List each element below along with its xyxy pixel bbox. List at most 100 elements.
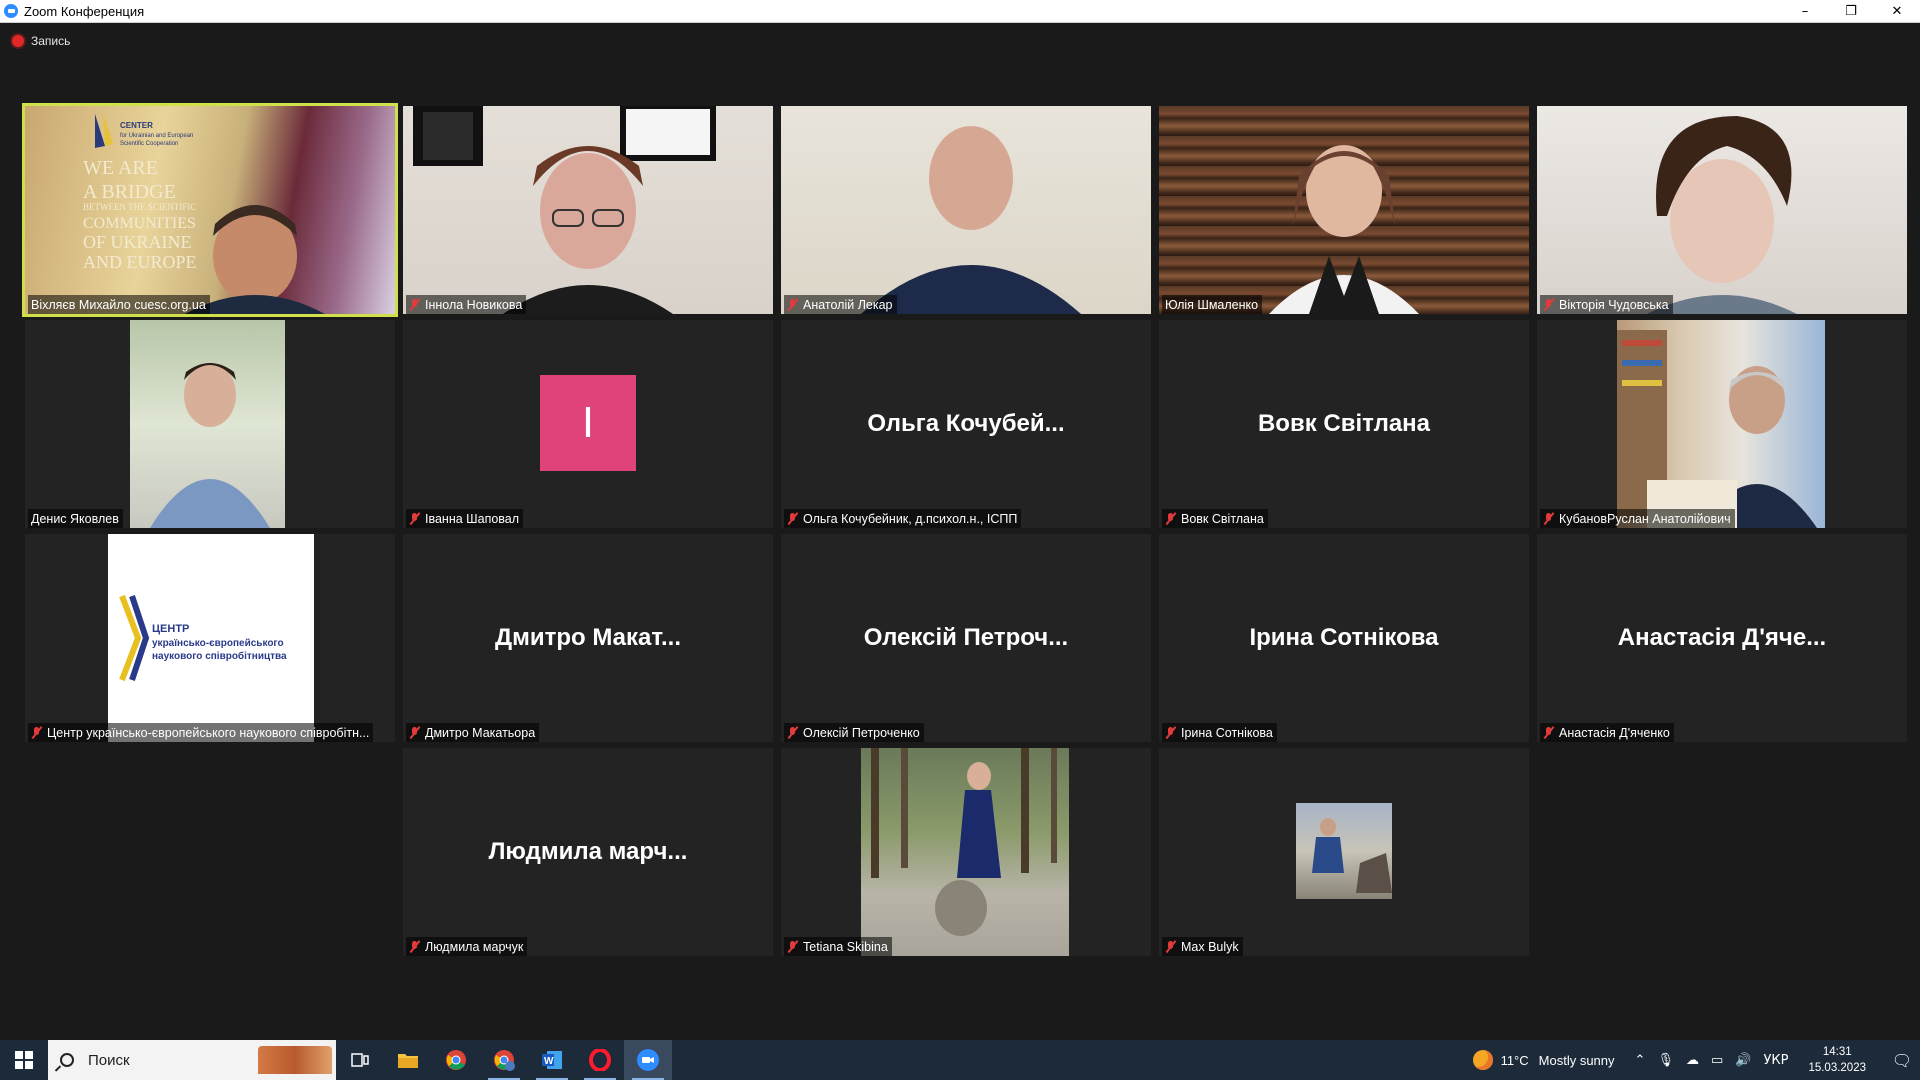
banner-text: WE ARE	[83, 157, 158, 179]
participant-name-label: Віхляєв Михайло cuesc.org.ua	[28, 295, 210, 314]
banner-text: A BRIDGE	[83, 181, 176, 203]
participant-tile[interactable]: Max Bulyk	[1159, 748, 1529, 956]
word-button[interactable]: W	[528, 1040, 576, 1080]
word-icon: W	[542, 1051, 562, 1069]
muted-mic-icon	[409, 940, 420, 953]
onedrive-icon[interactable]: ☁	[1686, 1053, 1699, 1068]
participant-tile[interactable]: Tetiana Skibina	[781, 748, 1151, 956]
weather-temp: 11°C	[1500, 1052, 1529, 1068]
search-icon	[60, 1053, 74, 1067]
weather-widget[interactable]: 11°C Mostly sunny	[1472, 1050, 1615, 1070]
search-highlight-image	[258, 1046, 332, 1074]
weather-icon	[1472, 1050, 1493, 1070]
participant-tile[interactable]: Вікторія Чудовська	[1537, 106, 1907, 314]
chrome-button[interactable]	[432, 1040, 480, 1080]
window-title: Zoom Конференция	[24, 3, 145, 19]
chrome-profile-icon	[494, 1050, 515, 1071]
taskbar-search[interactable]: Поиск	[48, 1040, 336, 1080]
opera-button[interactable]	[576, 1040, 624, 1080]
participant-name-label: Ірина Сотнікова	[1162, 723, 1277, 742]
banner-text: for Ukrainian and European	[120, 133, 193, 139]
clock[interactable]: 14:31 15.03.2023	[1808, 1044, 1866, 1076]
banner-text: CENTER	[120, 121, 153, 130]
participant-photo	[1296, 803, 1392, 899]
close-button[interactable]: ✕	[1874, 0, 1920, 22]
windows-icon	[15, 1051, 33, 1069]
participant-tile[interactable]: CENTER for Ukrainian and European Scient…	[25, 106, 395, 314]
banner-text: BETWEEN THE SCIENTIFIC	[83, 202, 196, 212]
clock-time: 14:31	[1822, 1046, 1852, 1058]
participant-name-label: Дмитро Макатьора	[406, 723, 540, 742]
organization-logo: ЦЕНТР українсько-європейського наукового…	[119, 594, 287, 682]
zoom-taskbar-button[interactable]	[624, 1040, 672, 1080]
muted-mic-icon	[409, 298, 420, 311]
language-indicator[interactable]: УКР	[1763, 1053, 1788, 1068]
participant-display-name: Олексій Петроч...	[863, 624, 1069, 651]
participant-name-label: Людмила марчук	[406, 937, 528, 956]
participant-name-label: Юлія Шмаленко	[1162, 295, 1263, 314]
volume-icon[interactable]: 🔊	[1735, 1053, 1751, 1068]
chevron-up-icon[interactable]: ⌃	[1635, 1053, 1646, 1068]
participant-video	[1617, 320, 1825, 528]
participant-tile[interactable]: Ольга Кочубей... Ольга Кочубейник, д.пси…	[781, 320, 1151, 528]
participant-tile[interactable]: Ірина Сотнікова Ірина Сотнікова	[1159, 534, 1529, 742]
zoom-app-icon	[4, 4, 18, 18]
muted-mic-icon	[409, 726, 420, 739]
recording-indicator[interactable]: Запись	[12, 34, 70, 48]
gallery-view: CENTER for Ukrainian and European Scient…	[25, 106, 1907, 956]
minimize-button[interactable]: –	[1782, 0, 1828, 22]
participant-video	[1159, 106, 1529, 314]
notification-icon[interactable]: 🗨	[1884, 1051, 1920, 1070]
participant-name-label: Денис Яковлев	[28, 509, 123, 528]
participant-tile[interactable]: Анастасія Д'яче... Анастасія Д'яченко	[1537, 534, 1907, 742]
weather-text: Mostly sunny	[1538, 1052, 1615, 1068]
system-tray: 11°C Mostly sunny ⌃ 🎙 ☁ ▭ 🔊 УКР 14:31 15…	[1472, 1040, 1920, 1080]
participant-name-label: Іннола Новикова	[406, 295, 527, 314]
task-view-icon	[351, 1053, 369, 1067]
banner-text: AND EUROPE	[83, 252, 197, 272]
participant-tile[interactable]: Юлія Шмаленко	[1159, 106, 1529, 314]
participant-tile[interactable]: Олексій Петроч... Олексій Петроченко	[781, 534, 1151, 742]
participant-tile[interactable]: Вовк Світлана Вовк Світлана	[1159, 320, 1529, 528]
banner-graphic: CENTER for Ukrainian and European Scient…	[83, 112, 325, 314]
muted-mic-icon	[787, 940, 798, 953]
muted-mic-icon	[1165, 726, 1176, 739]
participant-display-name: Анастасія Д'яче...	[1617, 624, 1827, 651]
participant-tile[interactable]: Іннола Новикова	[403, 106, 773, 314]
participant-name-label: Центр українсько-європейського наукового…	[28, 723, 374, 742]
participant-tile[interactable]: Людмила марч... Людмила марчук	[403, 748, 773, 956]
participant-name-label: Вовк Світлана	[1162, 509, 1268, 528]
participant-video: CENTER for Ukrainian and European Scient…	[25, 106, 395, 314]
restore-button[interactable]: ❐	[1828, 0, 1874, 22]
task-view-button[interactable]	[336, 1040, 384, 1080]
participant-tile[interactable]: КубановРуслан Анатолійович	[1537, 320, 1907, 528]
participant-name-label: Анатолій Лекар	[784, 295, 897, 314]
participant-tile[interactable]: Денис Яковлев	[25, 320, 395, 528]
muted-mic-icon	[1543, 298, 1554, 311]
participant-tile[interactable]: Дмитро Макат... Дмитро Макатьора	[403, 534, 773, 742]
logo-subtitle: українсько-європейського	[152, 638, 284, 649]
muted-mic-icon	[787, 512, 798, 525]
participant-display-name: Ольга Кочубей...	[867, 410, 1065, 437]
file-explorer-button[interactable]	[384, 1040, 432, 1080]
folder-icon	[398, 1054, 418, 1068]
participant-display-name: Вовк Світлана	[1257, 410, 1431, 437]
network-icon[interactable]: ▭	[1711, 1053, 1723, 1068]
record-icon	[12, 35, 24, 47]
participant-tile[interactable]: I Іванна Шаповал	[403, 320, 773, 528]
participant-name-label: Анастасія Д'яченко	[1540, 723, 1674, 742]
banner-text: OF UKRAINE	[83, 232, 192, 252]
participant-tile[interactable]: Анатолій Лекар	[781, 106, 1151, 314]
participant-tile[interactable]: ЦЕНТР українсько-європейського наукового…	[25, 534, 395, 742]
muted-mic-icon	[1165, 940, 1176, 953]
opera-icon	[589, 1049, 611, 1071]
start-button[interactable]	[0, 1040, 48, 1080]
svg-text:W: W	[544, 1056, 554, 1067]
muted-mic-icon	[409, 512, 420, 525]
muted-mic-icon	[1543, 726, 1554, 739]
zoom-icon	[637, 1049, 659, 1071]
chrome-profile-button[interactable]	[480, 1040, 528, 1080]
participant-video	[403, 106, 773, 314]
microphone-icon[interactable]: 🎙	[1657, 1053, 1674, 1068]
banner-text: COMMUNITIES	[83, 215, 196, 232]
